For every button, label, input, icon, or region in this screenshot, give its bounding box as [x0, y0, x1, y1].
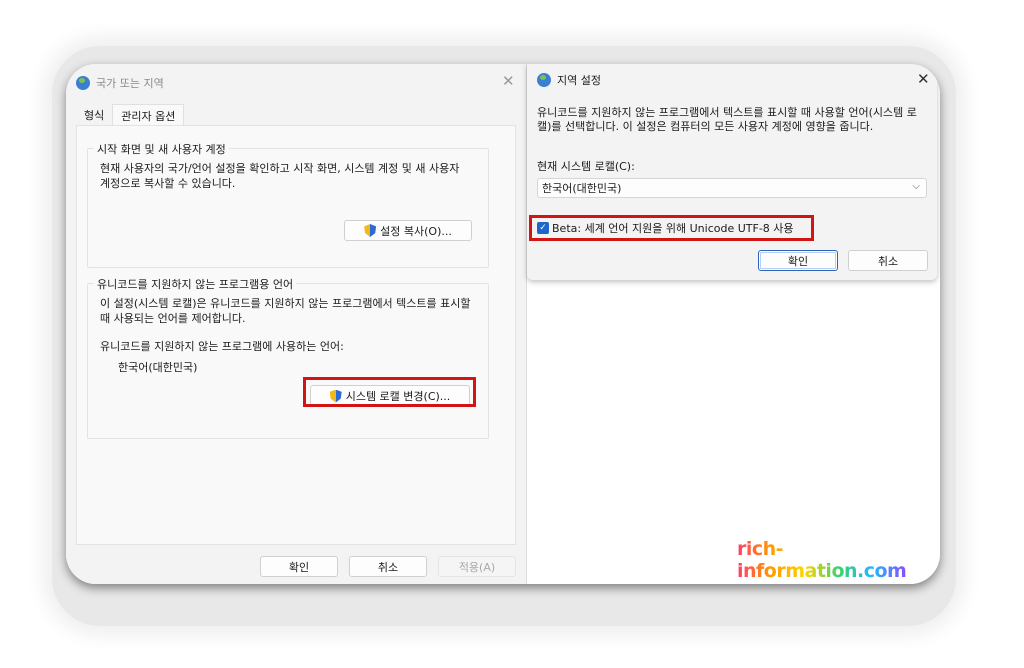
locale-label: 현재 시스템 로캘(C):	[537, 160, 635, 173]
dialog-close-icon[interactable]: ✕	[917, 70, 930, 88]
apply-button[interactable]: 적용(A)	[438, 556, 516, 577]
cancel-button[interactable]: 취소	[349, 556, 427, 577]
group-non-unicode-description: 이 설정(시스템 로캘)은 유니코드를 지원하지 않는 프로그램에서 텍스트를 …	[100, 297, 471, 325]
tab-bar: 형식 관리자 옵션	[76, 104, 185, 127]
dialog-titlebar: 지역 설정	[537, 72, 601, 88]
site-watermark: rich-information.com	[737, 538, 940, 582]
group-welcome-description: 현재 사용자의 국가/언어 설정을 확인하고 시작 화면, 시스템 계정 및 새…	[100, 162, 460, 190]
copy-settings-label: 설정 복사(O)...	[380, 224, 452, 238]
screenshot-frame: 국가 또는 지역 ✕ 형식 관리자 옵션 시작 화면 및 새 사용자 계정 현재…	[66, 64, 940, 584]
dialog-description: 유니코드를 지원하지 않는 프로그램에서 텍스트를 표시할 때 사용할 언어(시…	[537, 106, 917, 133]
tab-panel-administrative: 시작 화면 및 새 사용자 계정 현재 사용자의 국가/언어 설정을 확인하고 …	[76, 125, 516, 545]
group-non-unicode-legend: 유니코드를 지원하지 않는 프로그램용 언어	[94, 276, 297, 292]
chevron-down-icon: ⌵	[912, 181, 920, 192]
right-area: 지역 설정 ✕ 유니코드를 지원하지 않는 프로그램에서 텍스트를 표시할 때 …	[527, 64, 940, 584]
highlight-box-change-locale	[303, 377, 476, 407]
system-locale-value: 한국어(대한민국)	[542, 182, 622, 195]
region-window-title: 국가 또는 지역	[96, 77, 164, 90]
dialog-cancel-button[interactable]: 취소	[848, 250, 928, 271]
region-window: 국가 또는 지역 ✕ 형식 관리자 옵션 시작 화면 및 새 사용자 계정 현재…	[66, 64, 526, 584]
tab-formats[interactable]: 형식	[76, 104, 112, 127]
group-non-unicode: 유니코드를 지원하지 않는 프로그램용 언어 이 설정(시스템 로캘)은 유니코…	[87, 276, 489, 439]
region-window-footer: 확인 취소 적용(A)	[66, 546, 526, 584]
dialog-ok-button[interactable]: 확인	[758, 250, 838, 271]
uac-shield-icon	[364, 224, 377, 237]
region-settings-dialog: 지역 설정 ✕ 유니코드를 지원하지 않는 프로그램에서 텍스트를 표시할 때 …	[527, 64, 937, 280]
region-window-titlebar: 국가 또는 지역	[76, 74, 164, 92]
globe-icon	[76, 76, 90, 90]
dialog-title: 지역 설정	[557, 74, 601, 87]
group-welcome-legend: 시작 화면 및 새 사용자 계정	[94, 141, 229, 157]
highlight-box-utf8	[529, 215, 814, 241]
system-locale-dropdown[interactable]: 한국어(대한민국) ⌵	[537, 178, 927, 198]
current-language-value: 한국어(대한민국)	[118, 361, 198, 374]
current-language-label: 유니코드를 지원하지 않는 프로그램에 사용하는 언어:	[100, 340, 344, 353]
ok-button[interactable]: 확인	[260, 556, 338, 577]
tab-administrative[interactable]: 관리자 옵션	[112, 104, 185, 127]
group-welcome-screen: 시작 화면 및 새 사용자 계정 현재 사용자의 국가/언어 설정을 확인하고 …	[87, 141, 489, 268]
copy-settings-button[interactable]: 설정 복사(O)...	[344, 220, 472, 241]
globe-icon	[537, 73, 551, 87]
close-icon[interactable]: ✕	[502, 72, 515, 90]
